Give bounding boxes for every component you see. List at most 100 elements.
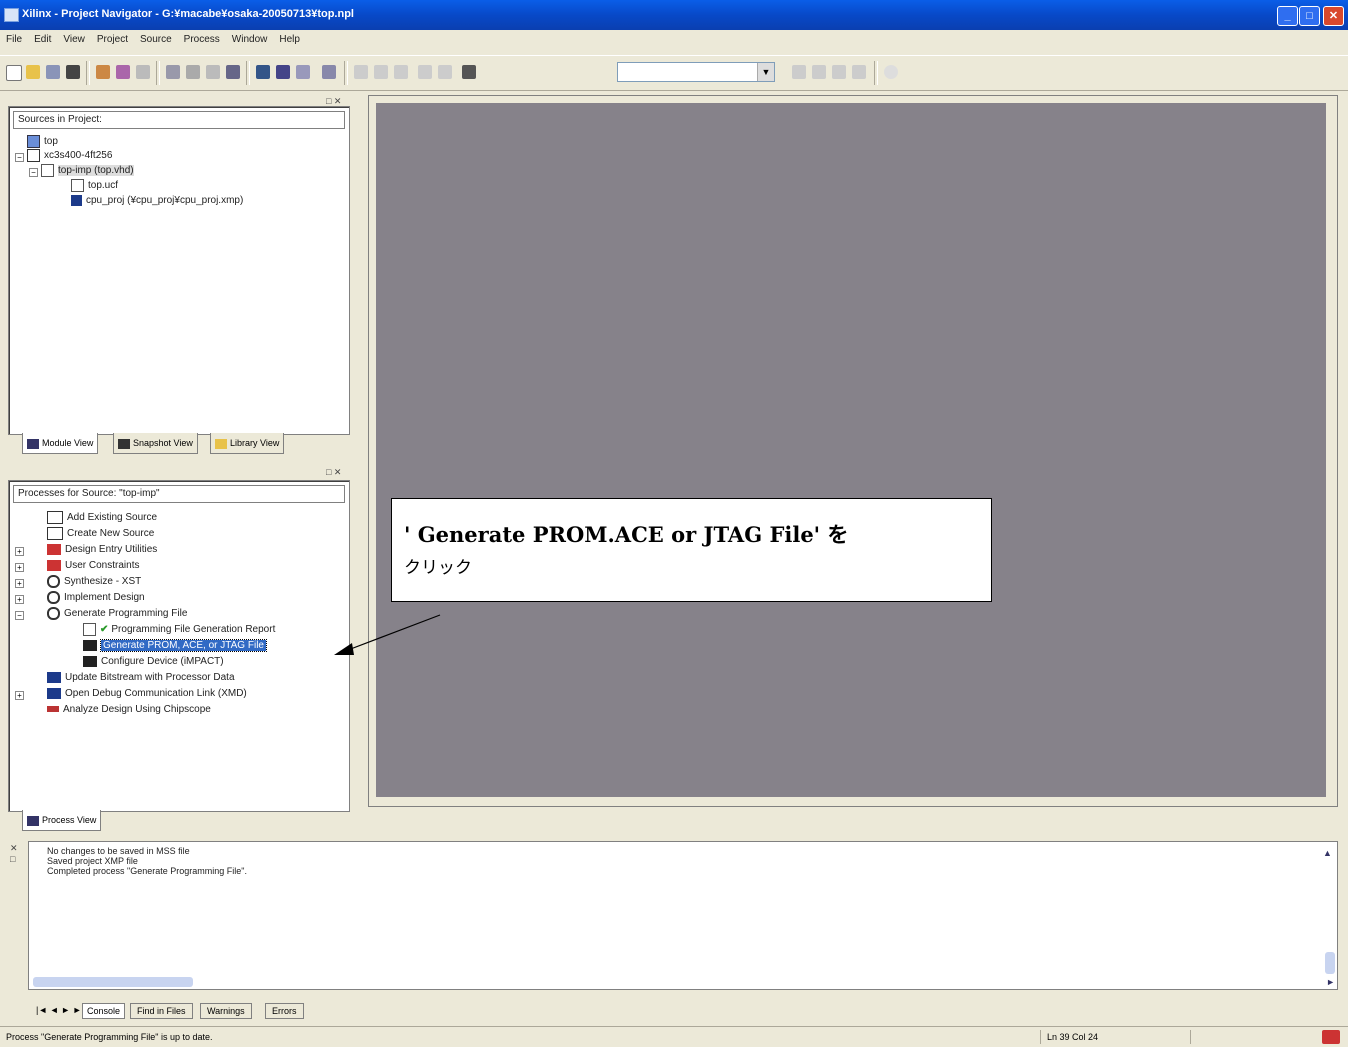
tab-library-view[interactable]: Library View (210, 433, 285, 454)
process-item-selected[interactable]: Generate PROM, ACE, or JTAG File (83, 639, 267, 653)
tree-item[interactable]: top (27, 135, 58, 149)
process-item[interactable]: Open Debug Communication Link (XMD) (47, 687, 247, 701)
tab-snapshot-view[interactable]: Snapshot View (113, 433, 198, 454)
console-dock-close[interactable]: ✕ □ (10, 843, 18, 864)
new-file-icon[interactable] (4, 63, 22, 81)
document-icon[interactable] (204, 63, 222, 81)
bookmark-icon[interactable] (790, 63, 808, 81)
report-check-icon (83, 623, 96, 636)
menu-view[interactable]: View (57, 32, 91, 47)
console-output[interactable]: No changes to be saved in MSS file Saved… (28, 841, 1338, 990)
help-pointer-icon[interactable] (320, 63, 338, 81)
menu-help[interactable]: Help (273, 32, 306, 47)
expand-icon[interactable]: + (15, 691, 24, 700)
menu-source[interactable]: Source (134, 32, 178, 47)
tab-nav-buttons[interactable]: |◄ ◄ ► ►| (36, 1003, 84, 1017)
hierarchy-icon[interactable] (164, 63, 182, 81)
expand-icon[interactable]: + (15, 595, 24, 604)
tab-warnings[interactable]: Warnings (200, 1003, 252, 1019)
tab-process-view[interactable]: Process View (22, 810, 102, 831)
status-bar: Process "Generate Programming File" is u… (0, 1026, 1348, 1047)
paste-icon[interactable] (392, 63, 410, 81)
tab-find-in-files[interactable]: Find in Files (130, 1003, 193, 1019)
menu-window[interactable]: Window (226, 32, 274, 47)
sources-header-box: Sources in Project: (13, 111, 345, 129)
process-item[interactable]: Create New Source (47, 527, 154, 541)
horizontal-scrollbar-thumb[interactable] (33, 977, 193, 987)
tree-item[interactable]: cpu_proj (¥cpu_proj¥cpu_proj.xmp) (71, 194, 243, 208)
report-icon[interactable] (224, 63, 242, 81)
process-item[interactable]: Update Bitstream with Processor Data (47, 671, 235, 685)
scroll-right-icon[interactable]: ► (1326, 977, 1335, 987)
library-icon (215, 438, 227, 449)
expand-icon[interactable]: + (15, 563, 24, 572)
vertical-scrollbar-thumb[interactable] (1325, 952, 1335, 974)
chevron-down-icon[interactable]: ▼ (757, 63, 774, 81)
workspace-area (376, 103, 1326, 797)
menu-file[interactable]: File (0, 32, 28, 47)
menu-process[interactable]: Process (178, 32, 226, 47)
process-item[interactable]: User Constraints (47, 559, 139, 573)
ucf-file-icon (71, 179, 84, 192)
sources-panel: Sources in Project: top − xc3s400-4ft256… (8, 106, 350, 435)
lightbulb-icon[interactable] (882, 63, 900, 81)
collapse-icon[interactable]: − (15, 611, 24, 620)
find-icon[interactable] (460, 63, 478, 81)
configure-device-icon (83, 655, 97, 667)
tree-item[interactable]: xc3s400-4ft256 (27, 149, 112, 163)
prev-bookmark-icon[interactable] (830, 63, 848, 81)
tree-item[interactable]: top-imp (top.vhd) (41, 164, 134, 178)
processes-dock-close[interactable]: □ ✕ (326, 467, 341, 478)
redo-icon[interactable] (436, 63, 454, 81)
check-icon[interactable] (114, 63, 132, 81)
minimize-button[interactable]: _ (1277, 6, 1298, 26)
cut-icon[interactable] (352, 63, 370, 81)
sources-header: Sources in Project: (18, 114, 102, 125)
schematic-icon[interactable] (184, 63, 202, 81)
compile-icon[interactable] (94, 63, 112, 81)
collapse-icon[interactable]: − (15, 153, 24, 162)
process-item[interactable]: Implement Design (47, 591, 145, 605)
process-item[interactable]: Synthesize - XST (47, 575, 141, 589)
tree-item[interactable]: top.ucf (71, 179, 118, 193)
save-all-icon[interactable] (64, 63, 82, 81)
menu-project[interactable]: Project (91, 32, 134, 47)
window-icon[interactable] (254, 63, 272, 81)
process-item[interactable]: Configure Device (iMPACT) (83, 655, 224, 669)
menu-edit[interactable]: Edit (28, 32, 57, 47)
open-folder-icon[interactable] (24, 63, 42, 81)
next-bookmark-icon[interactable] (810, 63, 828, 81)
find-combo[interactable]: ▼ (617, 62, 775, 82)
status-pane (1190, 1030, 1301, 1044)
save-icon[interactable] (44, 63, 62, 81)
cascade-icon[interactable] (294, 63, 312, 81)
update-bitstream-icon (47, 671, 61, 683)
clear-bookmark-icon[interactable] (850, 63, 868, 81)
resize-grip-icon[interactable] (1322, 1030, 1340, 1044)
undo-icon[interactable] (416, 63, 434, 81)
tab-console[interactable]: Console (82, 1003, 126, 1019)
constraints-icon (47, 559, 61, 571)
tile-icon[interactable] (274, 63, 292, 81)
app-icon[interactable] (4, 8, 19, 22)
process-item[interactable]: Analyze Design Using Chipscope (47, 703, 211, 717)
callout-arrow (334, 614, 441, 655)
expand-icon[interactable]: + (15, 579, 24, 588)
maximize-button[interactable]: □ (1299, 6, 1320, 26)
close-button[interactable]: ✕ (1323, 6, 1344, 26)
expand-icon[interactable]: + (15, 547, 24, 556)
collapse-icon[interactable]: − (29, 168, 38, 177)
process-item[interactable]: Generate Programming File (47, 607, 187, 621)
process-item[interactable]: ✔ Programming File Generation Report (83, 623, 275, 637)
process-item[interactable]: Design Entry Utilities (47, 543, 157, 557)
snapshot-icon (118, 438, 130, 449)
debug-link-icon (47, 687, 61, 699)
chip-icon (27, 149, 40, 162)
scroll-up-icon[interactable]: ▲ (1323, 848, 1335, 860)
copy-icon[interactable] (372, 63, 390, 81)
process-item[interactable]: Add Existing Source (47, 511, 157, 525)
tab-module-view[interactable]: Module View (22, 433, 99, 454)
list-icon[interactable] (134, 63, 152, 81)
generate-file-icon (47, 607, 60, 620)
tab-errors[interactable]: Errors (265, 1003, 304, 1019)
